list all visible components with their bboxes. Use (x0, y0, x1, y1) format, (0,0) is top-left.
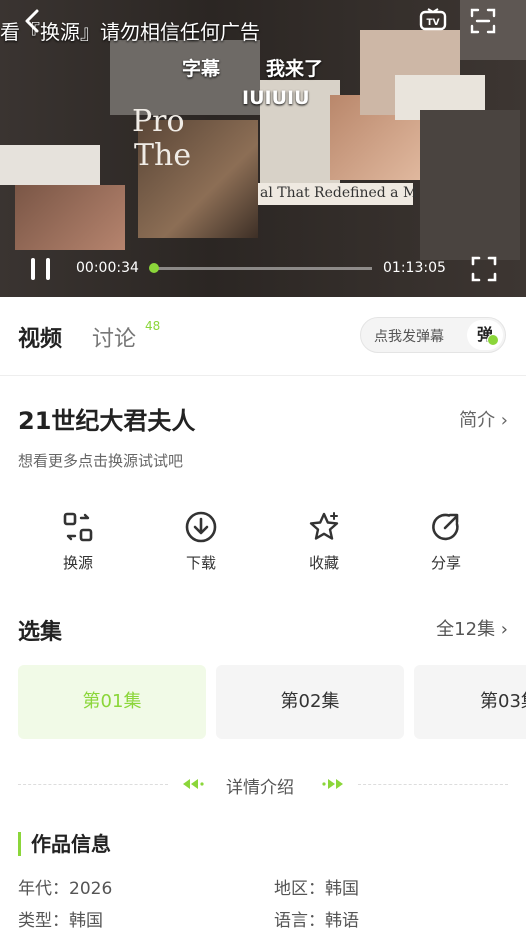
star-icon (309, 512, 339, 540)
intro-link[interactable]: 简介 › (459, 406, 508, 432)
episode-item-02[interactable]: 第02集 (216, 665, 404, 739)
switch-source-label: 换源 (62, 554, 93, 572)
download-label: 下载 (185, 554, 216, 572)
progress-track[interactable] (154, 267, 372, 270)
svg-text:TV: TV (426, 18, 439, 28)
divider-line-left (18, 784, 168, 785)
switch-source-icon (63, 512, 93, 542)
detail-intro-label: 详情介绍 (226, 778, 294, 798)
info-region: 地区：韩国 (274, 879, 359, 899)
favorite-label: 收藏 (308, 554, 339, 572)
show-title: 21世纪大君夫人 (18, 407, 196, 435)
tab-bar: 视频 讨论 48 点我发弹幕 弹 (0, 297, 526, 376)
tab-video[interactable]: 视频 (18, 321, 62, 353)
back-icon[interactable] (18, 6, 48, 36)
left-arrows-icon (183, 779, 204, 789)
danmu-placeholder: 点我发弹幕 (374, 329, 444, 345)
works-info-heading: 作品信息 (18, 832, 111, 856)
episode-item-01[interactable]: 第01集 (18, 665, 206, 739)
info-type: 类型：韩国 (18, 911, 103, 931)
download-button[interactable]: 下载 (161, 510, 241, 573)
share-label: 分享 (430, 554, 461, 572)
episodes-heading: 选集 (18, 620, 63, 645)
collage-word-pro: Pro (132, 104, 185, 139)
danmu-input[interactable]: 点我发弹幕 弹 (360, 317, 506, 353)
collage-caption: al That Redefined a M (260, 185, 418, 201)
episode-item-03-label: 第03集 (480, 691, 526, 712)
favorite-button[interactable]: 收藏 (284, 510, 364, 573)
player-controls: 00:00:34 01:13:05 (0, 250, 526, 290)
danmu-comment: 字幕 (182, 58, 221, 80)
danmu-on-dot (487, 334, 499, 346)
switch-source-hint: 想看更多点击换源试试吧 (18, 452, 184, 470)
danmu-comment: 我来了 (266, 58, 324, 80)
tv-cast-icon[interactable]: TV (418, 6, 448, 36)
tab-discuss[interactable]: 讨论 (92, 321, 136, 353)
progress-thumb[interactable] (149, 263, 159, 273)
share-button[interactable]: 分享 (406, 510, 486, 573)
all-episodes-link[interactable]: 全12集 › (436, 615, 508, 641)
discuss-count-badge: 48 (145, 319, 161, 333)
share-icon (432, 513, 459, 541)
download-icon (185, 511, 217, 543)
info-year: 年代：2026 (18, 879, 113, 899)
detail-intro-divider[interactable]: 详情介绍 (18, 772, 508, 798)
switch-source-button[interactable]: 换源 (38, 510, 118, 573)
divider-line-right (358, 784, 508, 785)
episode-item-03[interactable]: 第03集 (414, 665, 526, 739)
info-language: 语言：韩语 (274, 911, 359, 931)
current-time: 00:00:34 (76, 260, 139, 276)
danmu-toggle-button[interactable]: 弹 (467, 320, 503, 350)
fullscreen-icon[interactable] (470, 255, 498, 283)
pause-icon[interactable] (28, 256, 54, 282)
danmu-comment: IUIUIU (242, 87, 310, 109)
total-time: 01:13:05 (383, 260, 446, 276)
fullscreen-pip-icon[interactable] (468, 6, 498, 36)
right-arrows-icon (322, 779, 343, 789)
video-player[interactable]: Pro The al That Redefined a M 看『换源』请勿相信任… (0, 0, 526, 297)
collage-word-the: The (134, 138, 192, 173)
